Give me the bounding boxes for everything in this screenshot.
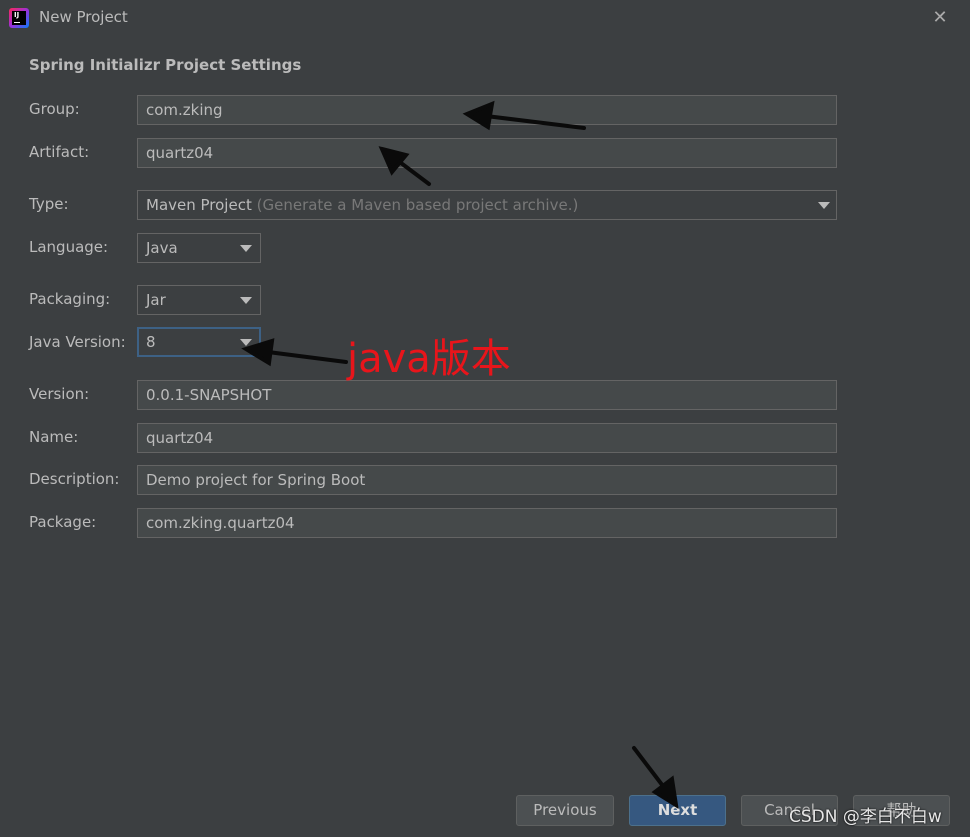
arrow-java-version (266, 350, 348, 364)
arrow-artifact-head (378, 146, 410, 176)
annotation-label: java版本 (347, 336, 511, 382)
arrow-artifact (395, 158, 431, 186)
annotation-arrows (241, 100, 679, 809)
arrow-group-head (462, 100, 495, 131)
arrow-group (484, 114, 586, 130)
watermark: CSDN @李白不白w (789, 807, 942, 827)
arrow-java-version-head (241, 338, 275, 367)
arrow-next (632, 746, 668, 792)
